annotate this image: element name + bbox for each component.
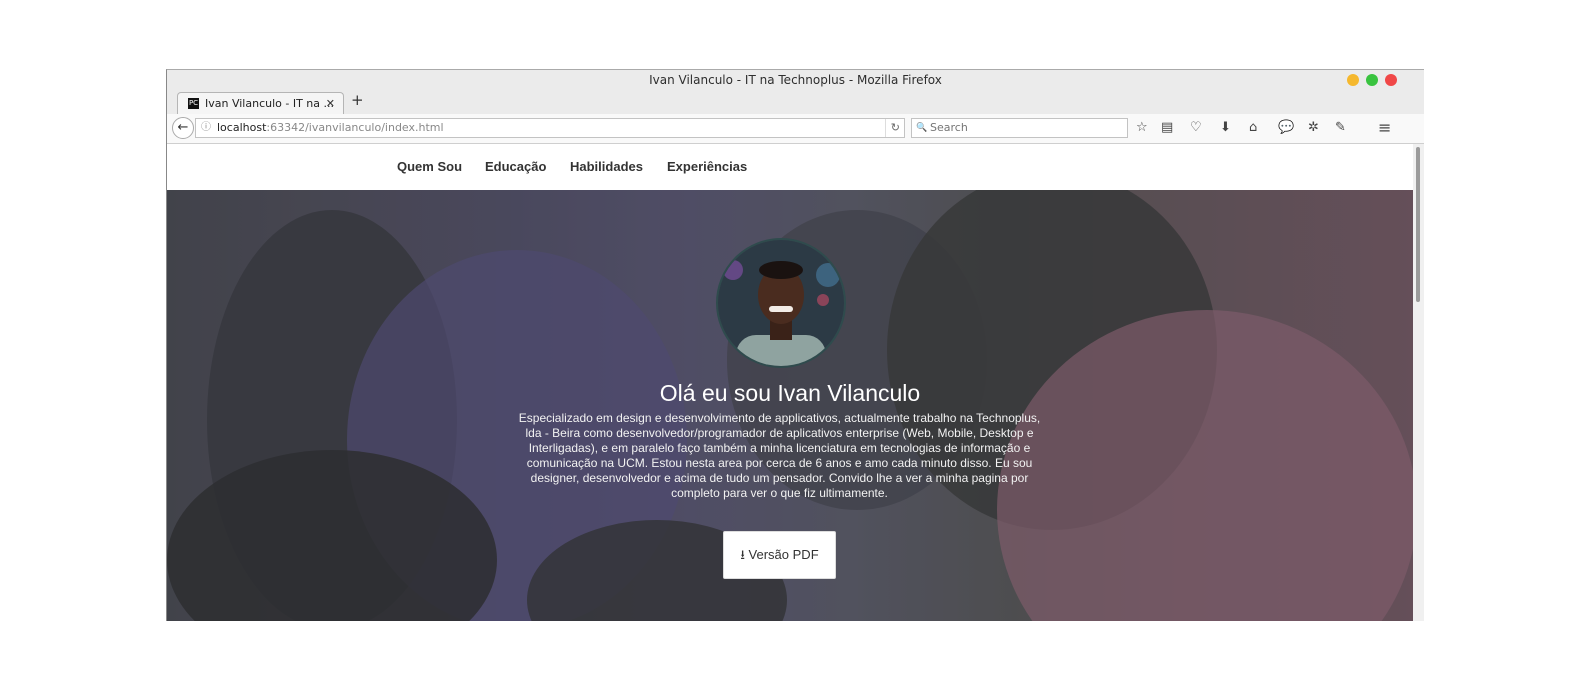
hero-description: Especializado em design e desenvolviment…	[518, 411, 1041, 500]
back-arrow-icon[interactable]: ←	[172, 117, 194, 139]
tab-title: Ivan Vilanculo - IT na ...	[205, 97, 334, 110]
scrollbar-thumb[interactable]	[1416, 147, 1420, 302]
search-bar[interactable]: 🔍	[911, 118, 1128, 138]
home-icon[interactable]: ⌂	[1249, 119, 1257, 137]
reload-icon[interactable]: ↻	[884, 119, 900, 137]
site-navbar: Quem Sou Educação Habilidades Experiênci…	[167, 144, 1413, 191]
hero-section: Olá eu sou Ivan Vilanculo Especializado …	[167, 190, 1413, 621]
favicon-icon: PC	[188, 98, 199, 109]
reading-list-icon[interactable]: ▤	[1161, 119, 1173, 137]
addon-icon[interactable]: ✲	[1308, 119, 1319, 137]
page-scrollbar[interactable]	[1413, 144, 1424, 621]
avatar-portrait	[718, 240, 844, 366]
hero-title: Olá eu sou Ivan Vilanculo	[659, 380, 921, 406]
maximize-button[interactable]	[1366, 74, 1378, 86]
tab-close-icon[interactable]: ✕	[326, 93, 335, 115]
window-titlebar: Ivan Vilanculo - IT na Technoplus - Mozi…	[167, 70, 1424, 90]
bookmark-star-icon[interactable]: ☆	[1136, 119, 1148, 137]
url-text[interactable]: localhost:63342/ivanvilanculo/index.html	[217, 119, 444, 137]
pocket-icon[interactable]: ♡	[1190, 119, 1202, 137]
navigation-toolbar: ← ⓘ localhost:63342/ivanvilanculo/index.…	[167, 114, 1424, 144]
new-tab-icon[interactable]: +	[351, 91, 364, 109]
browser-window: Ivan Vilanculo - IT na Technoplus - Mozi…	[166, 69, 1424, 621]
tab-strip: PC Ivan Vilanculo - IT na ... ✕ +	[167, 90, 1424, 115]
developer-tools-icon[interactable]: ✎	[1335, 119, 1346, 137]
search-icon: 🔍	[916, 123, 928, 133]
nav-link-quem-sou[interactable]: Quem Sou	[397, 144, 462, 190]
menu-icon[interactable]: ≡	[1378, 119, 1391, 137]
pdf-button-label: Versão PDF	[748, 547, 819, 562]
avatar	[716, 238, 846, 368]
nav-link-habilidades[interactable]: Habilidades	[570, 144, 643, 190]
tab-active[interactable]: PC Ivan Vilanculo - IT na ... ✕	[177, 92, 344, 115]
chat-icon[interactable]: 💬	[1278, 119, 1294, 137]
url-bar[interactable]: ⓘ localhost:63342/ivanvilanculo/index.ht…	[195, 118, 905, 138]
pdf-download-button[interactable]: ⭳ Versão PDF	[723, 531, 836, 579]
url-host: localhost	[217, 121, 267, 134]
nav-link-experiencias[interactable]: Experiências	[667, 144, 747, 190]
page-viewport: Quem Sou Educação Habilidades Experiênci…	[167, 144, 1413, 621]
download-icon: ⭳	[740, 547, 745, 562]
url-path: :63342/ivanvilanculo/index.html	[266, 121, 444, 134]
nav-link-educacao[interactable]: Educação	[485, 144, 546, 190]
minimize-button[interactable]	[1347, 74, 1359, 86]
download-icon[interactable]: ⬇	[1220, 119, 1231, 137]
window-title: Ivan Vilanculo - IT na Technoplus - Mozi…	[649, 73, 942, 87]
close-window-button[interactable]	[1385, 74, 1397, 86]
search-input[interactable]	[930, 120, 1120, 135]
info-icon[interactable]: ⓘ	[201, 119, 211, 137]
